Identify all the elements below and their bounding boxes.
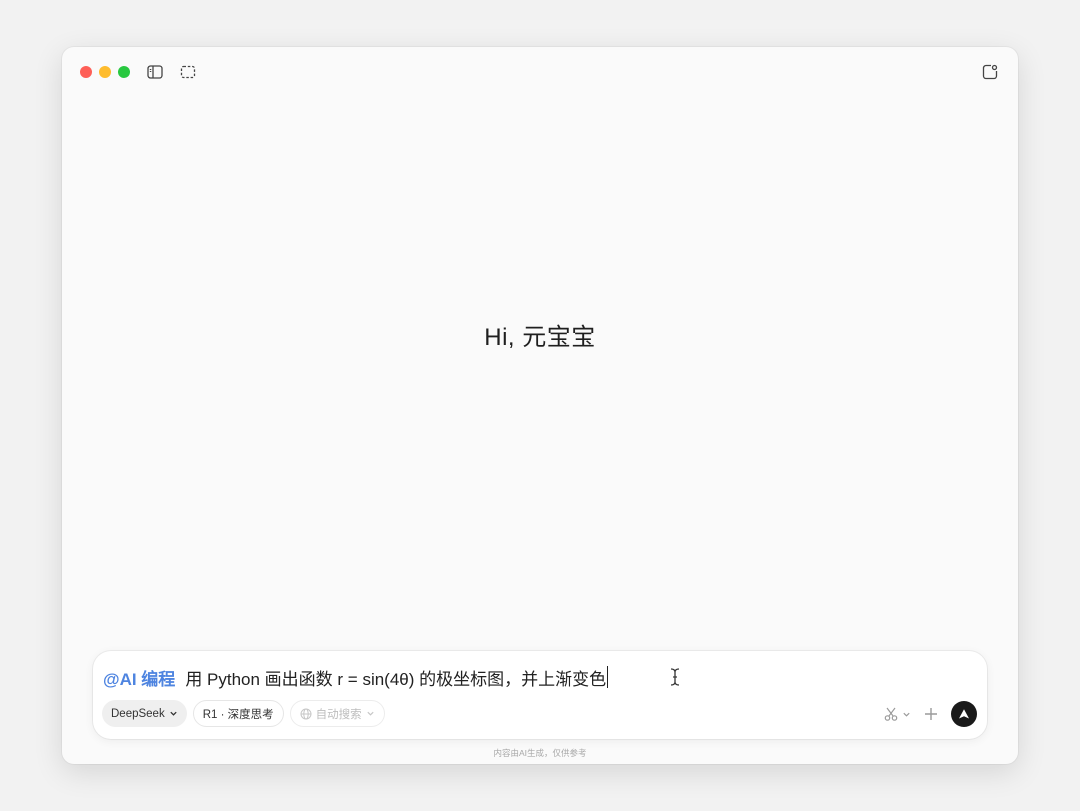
- new-chat-icon[interactable]: [981, 63, 999, 81]
- text-cursor-icon: [669, 667, 681, 687]
- deep-thinking-label: R1 · 深度思考: [203, 706, 274, 722]
- model-selector-label: DeepSeek: [111, 708, 165, 720]
- ai-disclaimer: 内容由AI生成，仅供参考: [62, 747, 1018, 759]
- auto-search-toggle[interactable]: 自动搜索: [290, 700, 385, 727]
- text-caret: [607, 666, 608, 688]
- globe-icon: [300, 708, 312, 720]
- app-window: Hi, 元宝宝 @AI 编程 用 Python 画出函数 r = sin(4θ)…: [62, 47, 1018, 764]
- maximize-window-button[interactable]: [118, 66, 130, 78]
- deep-thinking-toggle[interactable]: R1 · 深度思考: [193, 700, 284, 727]
- chevron-down-icon: [366, 709, 375, 718]
- screenshot-icon[interactable]: [179, 63, 197, 81]
- agent-mention-tag[interactable]: @AI 编程: [103, 665, 175, 690]
- chat-composer[interactable]: @AI 编程 用 Python 画出函数 r = sin(4θ) 的极坐标图，并…: [93, 651, 987, 739]
- composer-options: DeepSeek R1 · 深度思考 自动搜索: [102, 700, 385, 727]
- close-window-button[interactable]: [80, 66, 92, 78]
- send-button[interactable]: [951, 701, 977, 727]
- chevron-down-icon: [169, 709, 178, 718]
- send-icon: [958, 708, 970, 720]
- minimize-window-button[interactable]: [99, 66, 111, 78]
- chevron-down-icon: [902, 710, 911, 719]
- greeting-title: Hi, 元宝宝: [62, 317, 1018, 352]
- plus-icon[interactable]: [923, 706, 939, 722]
- prompt-text: 用 Python 画出函数 r = sin(4θ) 的极坐标图，并上渐变色: [185, 665, 606, 690]
- window-controls: [80, 66, 130, 78]
- composer-actions: [883, 701, 977, 727]
- model-selector[interactable]: DeepSeek: [102, 700, 187, 727]
- scissors-menu[interactable]: [883, 706, 911, 722]
- auto-search-label: 自动搜索: [316, 706, 362, 722]
- prompt-input[interactable]: @AI 编程 用 Python 画出函数 r = sin(4θ) 的极坐标图，并…: [103, 665, 608, 689]
- scissors-icon: [883, 706, 899, 722]
- sidebar-icon[interactable]: [146, 63, 164, 81]
